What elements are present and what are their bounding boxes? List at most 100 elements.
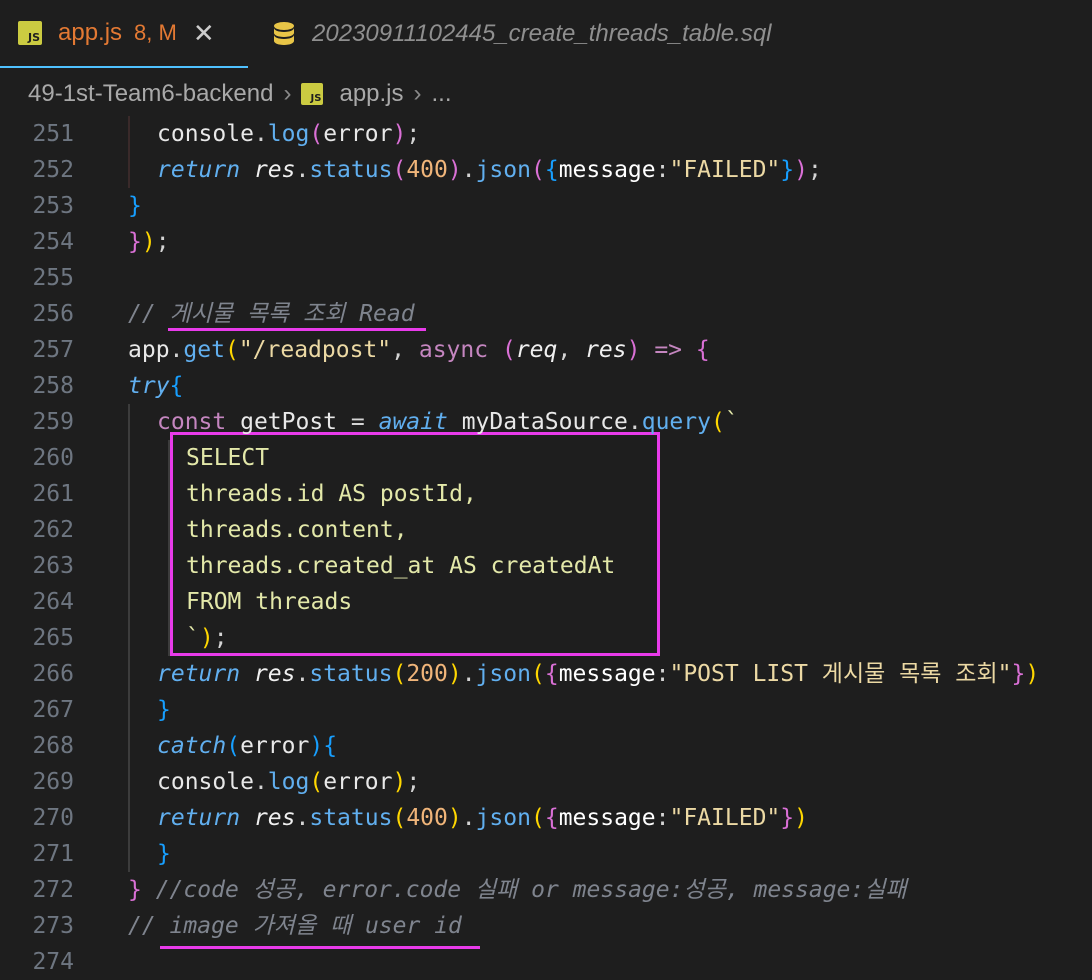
code-token: myDataSource	[447, 409, 628, 435]
code-text: console.log(error);	[157, 116, 420, 152]
line-number: 260	[32, 445, 74, 471]
code-line: 263 threads.created_at AS createdAt	[0, 548, 1092, 584]
tab-app-js[interactable]: JS app.js 8, M ✕	[0, 0, 248, 68]
line-number: 270	[32, 805, 74, 831]
code-token: =>	[654, 337, 683, 363]
code-token: ;	[155, 229, 170, 255]
code-token: json	[475, 805, 531, 831]
code-text: threads.id AS postId,	[186, 476, 477, 512]
code-token: }	[128, 877, 142, 903]
code-token: (	[309, 769, 324, 795]
line-number: 251	[32, 121, 74, 147]
code-token: "FAILED"	[669, 805, 781, 831]
code-token: 400	[406, 157, 448, 183]
code-text: });	[128, 224, 170, 260]
code-token: console	[157, 121, 254, 147]
code-text: return res.status(200).json({message:"PO…	[157, 656, 1039, 692]
code-token: log	[267, 769, 310, 795]
code-text: }	[157, 836, 171, 872]
code-token: status	[309, 661, 393, 687]
breadcrumb: 49-1st-Team6-backend › JS app.js › ...	[0, 74, 452, 114]
code-token: "POST LIST 게시물 목록 조회"	[669, 661, 1012, 687]
code-token: .	[627, 409, 642, 435]
line-number: 257	[32, 337, 74, 363]
code-line: 265 `);	[0, 620, 1092, 656]
code-token: app	[128, 337, 170, 363]
code-token: )	[447, 157, 462, 183]
code-line: 260 SELECT	[0, 440, 1092, 476]
code-token: {	[323, 733, 338, 759]
code-token: (	[309, 121, 324, 147]
code-token: threads.created_at AS createdAt	[186, 553, 616, 579]
chevron-right-icon: ›	[413, 80, 422, 107]
code-token: SELECT	[186, 445, 270, 471]
code-text: threads.created_at AS createdAt	[186, 548, 615, 584]
code-token: )	[794, 157, 808, 183]
code-token: {	[544, 157, 559, 183]
breadcrumb-folder[interactable]: 49-1st-Team6-backend	[28, 80, 273, 108]
code-token: .	[295, 157, 310, 183]
code-token: threads.id AS postId,	[186, 481, 477, 507]
tab-title: 20230911102445_create_threads_table.sql	[312, 20, 772, 47]
code-token: {	[169, 373, 184, 399]
code-token: return	[157, 805, 241, 831]
code-token: req	[515, 337, 558, 363]
code-line: 251 console.log(error);	[0, 116, 1092, 152]
code-token: }	[780, 157, 795, 183]
breadcrumb-symbol[interactable]: ...	[432, 80, 452, 108]
line-number: 254	[32, 229, 74, 255]
code-token: // 게시물 목록 조회 Read	[128, 301, 415, 327]
tab-sql-file[interactable]: 20230911102445_create_threads_table.sql	[248, 0, 790, 68]
code-token: ,	[557, 337, 586, 363]
code-line: 269 console.log(error);	[0, 764, 1092, 800]
code-token: try	[128, 373, 170, 399]
code-token: message	[558, 157, 656, 183]
code-token: )	[447, 805, 462, 831]
code-token: )	[1025, 661, 1040, 687]
close-icon[interactable]: ✕	[193, 20, 215, 46]
code-token: }	[128, 229, 142, 255]
code-token: }	[157, 841, 171, 867]
code-token: return	[157, 661, 241, 687]
line-number: 259	[32, 409, 74, 435]
database-icon	[274, 22, 294, 45]
breadcrumb-file[interactable]: app.js	[339, 80, 403, 108]
code-token: (	[392, 805, 407, 831]
code-token: json	[475, 661, 531, 687]
code-token: await	[378, 409, 448, 435]
code-editor[interactable]: 251 console.log(error); 252 return res.stat…	[0, 116, 1092, 978]
code-token: //code 성공, error.code 실패 or message:성공, …	[141, 877, 907, 903]
line-number: 271	[32, 841, 74, 867]
code-token: get	[183, 337, 225, 363]
code-token: (	[501, 337, 516, 363]
line-number: 267	[32, 697, 74, 723]
code-token: )	[199, 625, 214, 651]
code-token: .	[253, 769, 268, 795]
code-token: log	[267, 121, 310, 147]
code-token: )	[141, 229, 156, 255]
code-text: // image 가져올 때 user id	[128, 908, 462, 944]
code-line: 253}	[0, 188, 1092, 224]
code-token: {	[695, 337, 710, 363]
code-token: )	[392, 121, 407, 147]
code-token: (	[226, 733, 241, 759]
code-line: 259 const getPost = await myDataSource.qu…	[0, 404, 1092, 440]
code-token: )	[794, 805, 808, 831]
code-token: error	[323, 121, 393, 147]
code-token: (	[530, 661, 545, 687]
code-text: `);	[186, 620, 228, 656]
code-token: :	[655, 805, 670, 831]
code-text: }	[157, 692, 171, 728]
code-token: const	[157, 409, 227, 435]
code-token: .	[253, 121, 268, 147]
code-token: // image 가져올 때 user id	[128, 913, 462, 939]
code-token: ;	[213, 625, 228, 651]
code-token: }	[128, 193, 142, 219]
code-token: async	[418, 337, 489, 363]
code-token: (	[530, 157, 545, 183]
code-token: query	[641, 409, 711, 435]
line-number: 253	[32, 193, 74, 219]
code-line: 258 try{	[0, 368, 1092, 404]
line-number: 272	[32, 877, 74, 903]
